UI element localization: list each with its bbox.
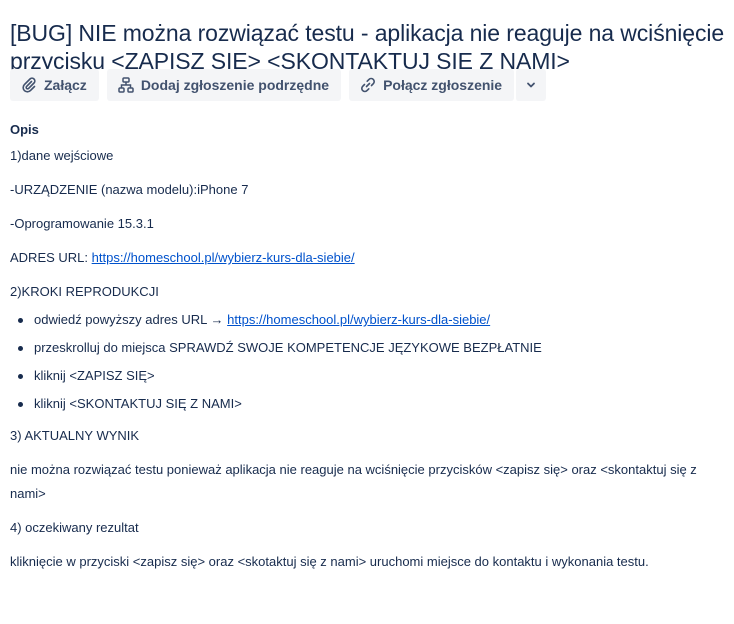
add-child-issue-label: Dodaj zgłoszenie podrzędne <box>140 77 330 93</box>
step-2-text: przeskrolluj do miejsca SPRAWDŹ SWOJE KO… <box>34 340 542 355</box>
list-item: przeskrolluj do miejsca SPRAWDŹ SWOJE KO… <box>10 338 725 358</box>
list-item: kliknij <ZAPISZ SIĘ> <box>10 366 725 386</box>
expected-result-heading: 4) oczekiwany rezultat <box>10 520 139 535</box>
software-line: -Oprogramowanie 15.3.1 <box>10 216 154 231</box>
steps-list: odwiedź powyższy adres URL → https://hom… <box>10 310 725 414</box>
url-link[interactable]: https://homeschool.pl/wybierz-kurs-dla-s… <box>92 250 355 265</box>
list-item: kliknij <SKONTAKTUJ SIĘ Z NAMI> <box>10 394 725 414</box>
step-4-text: kliknij <SKONTAKTUJ SIĘ Z NAMI> <box>34 396 242 411</box>
steps-heading: 2)KROKI REPRODUKCJI <box>10 284 159 299</box>
description-section: Opis 1)dane wejściowe -URZĄDZENIE (nazwa… <box>10 118 725 572</box>
chevron-down-icon <box>525 79 537 91</box>
paperclip-icon <box>20 76 38 94</box>
step-1-link[interactable]: https://homeschool.pl/wybierz-kurs-dla-s… <box>227 312 490 327</box>
actual-result-heading: 3) AKTUALNY WYNIK <box>10 428 140 443</box>
step-1-text: odwiedź powyższy adres URL → <box>34 312 228 327</box>
expected-result-text: kliknięcie w przyciski <zapisz się> oraz… <box>10 554 649 569</box>
step-3-text: kliknij <ZAPISZ SIĘ> <box>34 368 155 383</box>
issue-title[interactable]: [BUG] NIE można rozwiązać testu - aplika… <box>10 19 725 75</box>
actual-result-text: nie można rozwiązać testu ponieważ aplik… <box>10 462 697 501</box>
attach-button[interactable]: Załącz <box>10 69 99 101</box>
issue-toolbar: Załącz Dodaj zgłoszenie podrzędne Połącz… <box>10 69 547 101</box>
link-issue-button[interactable]: Połącz zgłoszenie <box>349 69 515 101</box>
device-line: -URZĄDZENIE (nazwa modelu):iPhone 7 <box>10 182 249 197</box>
description-heading: Opis <box>10 122 39 137</box>
add-child-issue-button[interactable]: Dodaj zgłoszenie podrzędne <box>106 69 342 101</box>
attach-button-label: Załącz <box>44 77 87 93</box>
hierarchy-icon <box>117 76 135 94</box>
list-item: odwiedź powyższy adres URL → https://hom… <box>10 310 725 330</box>
link-issue-label: Połącz zgłoszenie <box>383 77 503 93</box>
url-label: ADRES URL: <box>10 250 92 265</box>
link-icon <box>359 76 377 94</box>
more-actions-button[interactable] <box>515 69 547 101</box>
url-line: ADRES URL: https://homeschool.pl/wybierz… <box>10 248 725 268</box>
input-data-heading: 1)dane wejściowe <box>10 148 114 163</box>
